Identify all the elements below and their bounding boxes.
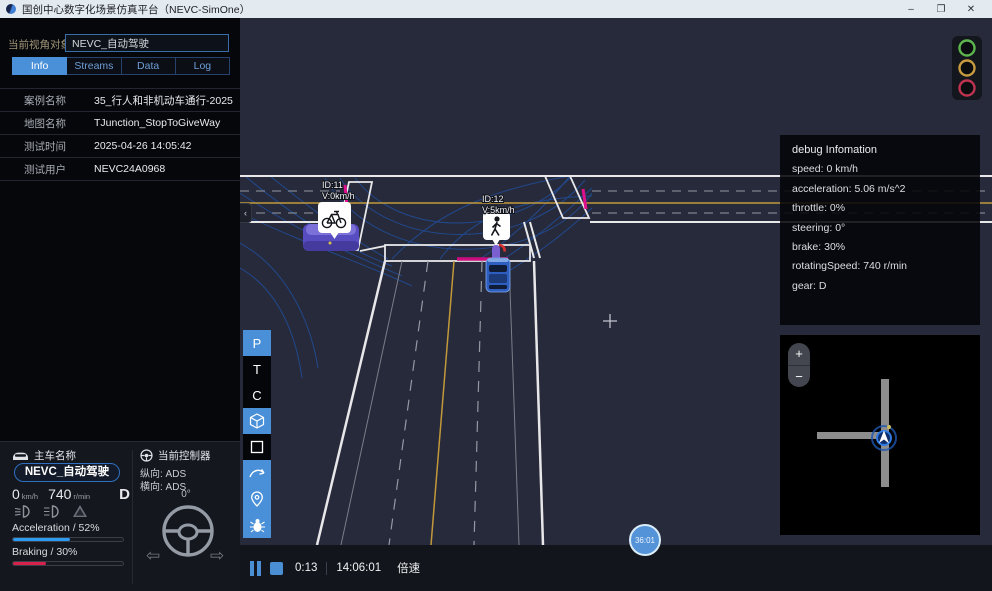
tool-p-button[interactable]: P	[243, 330, 271, 356]
minimize-button[interactable]: –	[896, 4, 926, 15]
debug-info-panel: debug Infomation speed: 0 km/h accelerat…	[780, 135, 980, 325]
case-name-label: 案例名称	[24, 93, 94, 108]
debug-speed: speed: 0 km/h	[792, 163, 968, 175]
braking-bar	[12, 561, 124, 566]
playback-rate-button[interactable]: 倍速	[397, 560, 420, 576]
tool-cube-button[interactable]	[243, 408, 271, 434]
titlebar: 国创中心数字化场景仿真平台（NEVC-SimOne） – ❐ ✕	[0, 0, 992, 18]
acceleration-bar	[12, 537, 124, 542]
warning-triangle-icon	[72, 504, 88, 518]
test-time-label: 测试时间	[24, 139, 94, 154]
rpm-unit: r/min	[73, 492, 90, 501]
close-button[interactable]: ✕	[956, 4, 986, 15]
tab-log[interactable]: Log	[176, 57, 230, 75]
sidebar-tabs: Info Streams Data Log	[12, 57, 230, 75]
cube-icon	[248, 412, 266, 430]
tool-curve-button[interactable]	[243, 460, 271, 486]
clock-time: 14:06:01	[336, 562, 381, 574]
high-beam-icon	[43, 505, 60, 518]
svg-text:ID:12: ID:12	[482, 194, 504, 204]
table-row: 案例名称 35_行人和非机动车通行-2025	[0, 89, 240, 112]
tool-square-button[interactable]	[243, 434, 271, 460]
curve-icon	[248, 466, 266, 480]
test-time-value: 2025-04-26 14:05:42	[94, 140, 192, 152]
table-row: 测试用户 NEVC24A0968	[0, 158, 240, 181]
tool-c-button[interactable]: C	[243, 382, 271, 408]
ego-vehicle[interactable]	[486, 258, 510, 292]
view-target-label: 当前视角对象	[8, 37, 71, 52]
steering-angle-value: 0°	[140, 489, 232, 500]
zoom-out-button[interactable]: −	[788, 365, 810, 387]
red-light-icon	[960, 81, 975, 96]
speed-unit: km/h	[22, 492, 38, 501]
app-logo-icon	[6, 4, 16, 14]
debug-panel-title: debug Infomation	[792, 144, 968, 156]
maximize-button[interactable]: ❐	[926, 4, 956, 15]
steer-right-arrow-icon: ⇨	[210, 546, 224, 566]
pause-button[interactable]	[250, 561, 261, 576]
main-stage: ID:11 V:0km/h ID:12 V:5km/h	[240, 18, 992, 591]
stop-button[interactable]	[270, 562, 283, 575]
svg-text:V:0km/h: V:0km/h	[322, 191, 355, 201]
acceleration-label: Acceleration / 52%	[12, 522, 100, 534]
window-title: 国创中心数字化场景仿真平台（NEVC-SimOne）	[22, 2, 250, 17]
case-name-value: 35_行人和非机动车通行-2025	[94, 93, 233, 108]
speed-value: 0	[12, 486, 20, 502]
debug-steering: steering: 0°	[792, 222, 968, 234]
time-divider	[326, 562, 327, 575]
view-target-input[interactable]	[65, 34, 229, 52]
debug-throttle: throttle: 0%	[792, 202, 968, 214]
zoom-in-button[interactable]: +	[788, 343, 810, 365]
app-window: 国创中心数字化场景仿真平台（NEVC-SimOne） – ❐ ✕ 当前视角对象 …	[0, 0, 992, 591]
minimap-zoom-controls: + −	[788, 343, 810, 387]
vehicle-name-button[interactable]: NEVC_自动驾驶	[14, 463, 120, 482]
tool-debug-button[interactable]	[243, 512, 271, 538]
svg-text:V:5km/h: V:5km/h	[482, 205, 515, 215]
tab-streams[interactable]: Streams	[67, 57, 121, 75]
minimap[interactable]: + −	[780, 335, 980, 535]
bug-icon	[249, 517, 266, 534]
controller-panel-title: 当前控制器	[158, 448, 211, 463]
rpm-value: 740	[48, 486, 71, 502]
time-badge[interactable]: 36:01	[629, 524, 661, 556]
test-user-label: 测试用户	[24, 162, 94, 177]
svg-text:ID:11: ID:11	[322, 180, 343, 190]
tab-data[interactable]: Data	[122, 57, 176, 75]
yellow-light-icon	[960, 61, 975, 76]
vehicle-panel-title: 主车名称	[34, 448, 76, 463]
elapsed-time: 0:13	[295, 562, 317, 574]
gear-indicator: D	[119, 486, 130, 503]
simulation-viewport[interactable]: ID:11 V:0km/h ID:12 V:5km/h	[240, 18, 992, 545]
square-icon	[249, 439, 265, 455]
minimap-canvas	[780, 335, 980, 535]
traffic-light-indicator	[952, 36, 982, 100]
steer-left-arrow-icon: ⇦	[146, 546, 160, 566]
green-light-icon	[960, 41, 975, 56]
map-name-label: 地图名称	[24, 116, 94, 131]
ego-vehicle-panel: 主车名称 NEVC_自动驾驶 0 km/h 740 r/min D	[0, 441, 240, 591]
debug-rotating-speed: rotatingSpeed: 740 r/min	[792, 260, 968, 272]
speed-readout: 0 km/h 740 r/min D	[12, 486, 130, 503]
left-sidebar: 当前视角对象 Info Streams Data Log 案例名称 35_行人和…	[0, 18, 240, 591]
braking-label: Braking / 30%	[12, 546, 77, 558]
case-info-table: 案例名称 35_行人和非机动车通行-2025 地图名称 TJunction_St…	[0, 88, 240, 181]
map-name-value: TJunction_StopToGiveWay	[94, 117, 220, 129]
tool-t-button[interactable]: T	[243, 356, 271, 382]
steering-wheel-large-icon	[160, 503, 216, 559]
viewport-toolbar: P T C	[243, 330, 271, 538]
sidebar-collapse-button[interactable]: ‹	[240, 203, 252, 223]
playback-bar: 0:13 14:06:01 倍速	[240, 545, 992, 591]
car-icon	[12, 450, 29, 462]
debug-brake: brake: 30%	[792, 241, 968, 253]
tab-info[interactable]: Info	[12, 57, 67, 75]
table-row: 测试时间 2025-04-26 14:05:42	[0, 135, 240, 158]
low-beam-icon	[14, 505, 31, 518]
location-pin-icon	[249, 490, 265, 508]
test-user-value: NEVC24A0968	[94, 163, 165, 175]
tool-locate-button[interactable]	[243, 486, 271, 512]
steering-wheel-icon	[140, 449, 153, 462]
table-row: 地图名称 TJunction_StopToGiveWay	[0, 112, 240, 135]
debug-gear: gear: D	[792, 280, 968, 292]
debug-acceleration: acceleration: 5.06 m/s^2	[792, 183, 968, 195]
